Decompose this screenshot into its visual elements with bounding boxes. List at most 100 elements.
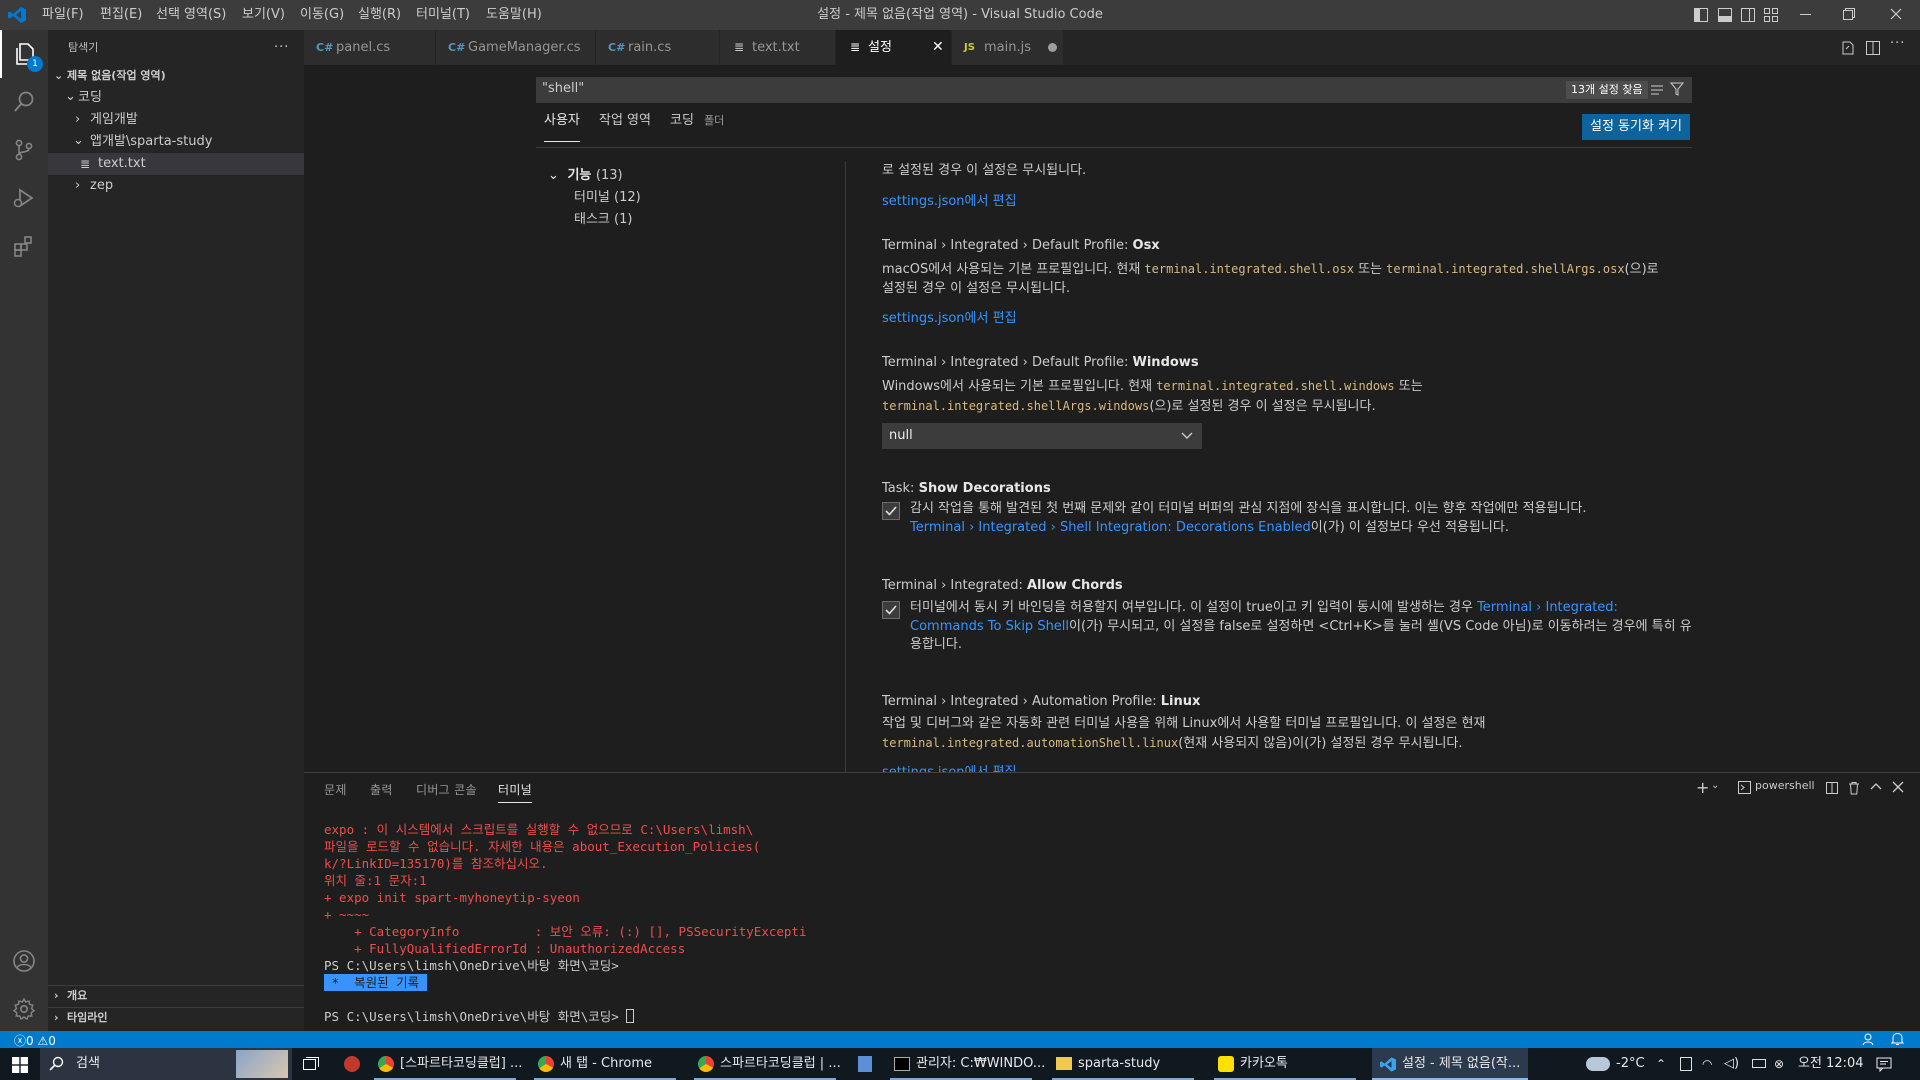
panel-tab-terminal[interactable]: 터미널 [498,781,533,803]
ime-icon[interactable]: ⊗ [1774,1048,1784,1080]
tree-folder-coding[interactable]: ⌄ 코딩 [48,87,304,109]
panel-tab-debug-console[interactable]: 디버그 콘솔 [416,781,477,798]
filter-icon[interactable] [1670,82,1684,96]
toggle-primary-sidebar-icon[interactable] [1694,8,1708,22]
wifi-icon[interactable]: ◠ [1702,1048,1712,1080]
taskbar-app-chrome-2[interactable]: 새 탭 - Chrome [530,1048,680,1080]
panel-tab-problems[interactable]: 문제 [324,781,347,798]
menu-view[interactable]: 보기(V) [242,0,285,30]
decorations-enabled-link[interactable]: Terminal › Integrated › Shell Integratio… [910,520,1311,535]
close-panel-icon[interactable] [1892,781,1904,793]
menu-file[interactable]: 파일(F) [42,0,84,30]
unsaved-dot-icon[interactable] [1048,43,1057,52]
chevron-down-icon[interactable]: ⌄ [1711,780,1719,791]
terminal-prompt[interactable]: PS C:\Users\limsh\OneDrive\바탕 화면\코딩> [324,1008,635,1025]
allow-chords-checkbox[interactable] [882,601,900,619]
scope-tab-folder[interactable]: 코딩 폴더 [670,100,724,142]
notifications-bell-icon[interactable] [1891,1032,1904,1046]
problems-status[interactable]: ⓧ0 ⚠0 [14,1032,56,1049]
sync-settings-button[interactable]: 설정 동기화 켜기 [1582,114,1690,140]
taskbar-app-vscode[interactable]: 설정 - 제목 없음(작... [1372,1048,1528,1080]
extensions-icon[interactable] [0,222,48,270]
skip-shell-link[interactable]: Commands To Skip Shell [910,619,1069,634]
taskbar-app-chrome-1[interactable]: [스파르타코딩클럽] ... [370,1048,522,1080]
pinned-app-icon[interactable] [344,1056,360,1072]
notification-center-icon[interactable] [1876,1057,1892,1072]
tab-settings[interactable]: ≣ 설정 ✕ [836,30,952,65]
open-settings-json-icon[interactable] [1840,40,1856,56]
edit-settings-json-link[interactable]: settings.json에서 편집 [882,190,1017,209]
menu-run[interactable]: 실행(R) [358,0,401,30]
tree-folder-game[interactable]: › 게임개발 [48,109,304,131]
live-share-icon[interactable] [1862,1032,1876,1046]
tab-panel-cs[interactable]: C# panel.cs [304,30,436,65]
toggle-panel-icon[interactable] [1718,8,1732,22]
trash-icon[interactable] [1847,781,1861,795]
menu-terminal[interactable]: 터미널(T) [416,0,470,30]
task-view-icon[interactable] [302,1056,320,1072]
scope-tab-workspace[interactable]: 작업 영역 [599,100,651,142]
tree-folder-app[interactable]: ⌄ 앱개발\sparta-study [48,131,304,153]
taskbar-app-kakaotalk[interactable]: 카카오톡 [1210,1048,1360,1080]
tray-device-icon[interactable] [1680,1057,1692,1071]
tab-text-txt[interactable]: ≣ text.txt [720,30,836,65]
minimize-icon[interactable] [1800,14,1811,15]
tree-folder-zep[interactable]: › zep [48,175,304,197]
workspace-header[interactable]: ⌄ 제목 없음(작업 영역) [48,65,304,87]
tab-main-js[interactable]: JS main.js [952,30,1064,65]
skip-shell-link[interactable]: Terminal › Integrated: [1477,600,1618,615]
menu-go[interactable]: 이동(G) [300,0,344,30]
taskbar-app-explorer[interactable]: sparta-study [1048,1048,1198,1080]
manage-gear-icon[interactable] [0,985,48,1033]
settings-search-input[interactable]: "shell" [542,81,584,96]
new-terminal-icon[interactable]: + [1696,778,1709,797]
edit-settings-json-link[interactable]: settings.json에서 편집 [882,761,1017,772]
edit-settings-json-link[interactable]: settings.json에서 편집 [882,307,1017,326]
clear-filter-icon[interactable] [1650,83,1664,97]
clock[interactable]: 오전 12:04 [1798,1048,1864,1080]
customize-layout-icon[interactable] [1764,8,1778,22]
taskbar-app-chrome-3[interactable]: 스파르타코딩클럽 | ... [690,1048,841,1080]
tab-rain-cs[interactable]: C# rain.cs [596,30,720,65]
scope-tab-user[interactable]: 사용자 [544,100,580,142]
vscode-logo-icon[interactable] [8,7,26,23]
weather-cloud-icon[interactable] [1586,1057,1610,1071]
toggle-secondary-sidebar-icon[interactable] [1741,8,1755,22]
panel-tab-output[interactable]: 출력 [370,781,393,798]
restore-icon[interactable] [1843,8,1855,20]
tree-file-text[interactable]: ≣ text.txt [48,153,304,175]
toc-item-count: (1) [614,212,633,227]
menu-selection[interactable]: 선택 영역(S) [156,0,226,30]
tab-gamemanager-cs[interactable]: C# GameManager.cs [436,30,596,65]
explorer-icon[interactable]: 1 [0,30,48,78]
default-profile-windows-select[interactable]: null [882,423,1202,449]
split-editor-icon[interactable] [1865,40,1881,56]
pinned-app-icon[interactable] [858,1056,872,1072]
menu-edit[interactable]: 편집(E) [100,0,142,30]
split-terminal-icon[interactable] [1825,781,1839,795]
toc-group-features[interactable]: ⌄ 기능 (13) [548,164,623,183]
more-actions-icon[interactable]: ··· [1890,36,1905,51]
menu-help[interactable]: 도움말(H) [486,0,542,30]
more-actions-icon[interactable]: ··· [274,30,289,65]
volume-icon[interactable]: ◁) [1724,1048,1739,1080]
timeline-section[interactable]: › 타임라인 [48,1007,304,1029]
weather-temperature[interactable]: -2°C [1616,1048,1645,1080]
accounts-icon[interactable] [0,937,48,985]
close-window-icon[interactable] [1890,8,1902,20]
task-decorations-checkbox[interactable] [882,502,900,520]
run-debug-icon[interactable] [0,174,48,222]
taskbar-app-cmd[interactable]: 관리자: C:₩WINDO... [886,1048,1045,1080]
toc-item-terminal[interactable]: 터미널 (12) [574,186,641,205]
maximize-panel-icon[interactable] [1870,781,1882,793]
battery-icon[interactable] [1752,1059,1766,1068]
outline-section[interactable]: › 개요 [48,985,304,1007]
tray-chevron-up-icon[interactable]: ⌃ [1656,1048,1666,1080]
sash-divider[interactable] [845,161,846,772]
close-tab-icon[interactable]: ✕ [932,30,944,65]
source-control-icon[interactable] [0,126,48,174]
windows-start-icon[interactable] [12,1057,28,1073]
toc-item-task[interactable]: 태스크 (1) [574,208,632,227]
search-icon[interactable] [0,78,48,126]
taskbar-search-box[interactable]: 검색 [40,1048,292,1080]
